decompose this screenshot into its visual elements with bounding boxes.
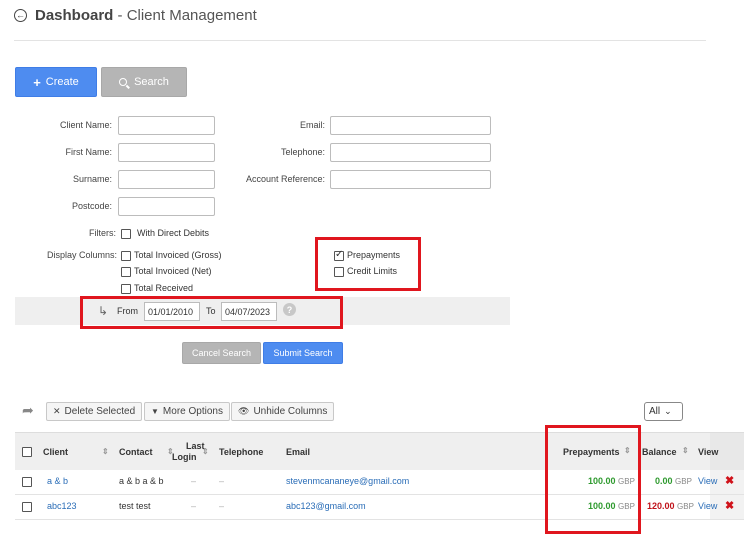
more-options-button[interactable]: ▼ More Options	[144, 402, 230, 421]
unhide-columns-button[interactable]: 👁 Unhide Columns	[231, 402, 335, 421]
column-balance[interactable]: Balance	[642, 447, 677, 457]
column-telephone[interactable]: Telephone	[219, 447, 263, 457]
email-input[interactable]	[330, 116, 491, 135]
column-view: View	[698, 447, 719, 457]
highlight-box-dates	[80, 296, 343, 329]
row-checkbox[interactable]	[22, 502, 32, 512]
contact-cell: a & b a & b	[119, 476, 164, 486]
last-login-cell: –	[191, 476, 197, 486]
total-invoiced-net-checkbox[interactable]	[121, 267, 131, 277]
eye-icon: 👁	[238, 406, 250, 416]
highlight-box-columns	[315, 237, 421, 291]
direct-debits-checkbox[interactable]	[121, 229, 131, 239]
share-arrow-icon: ➦	[22, 402, 34, 418]
client-name-label: Client Name:	[59, 120, 112, 130]
sort-icon[interactable]: ⇕	[202, 447, 209, 456]
first-name-input[interactable]	[118, 143, 215, 162]
view-link[interactable]: View	[698, 501, 717, 511]
page-title: Dashboard - Client Management	[35, 7, 257, 24]
sort-icon[interactable]: ⇕	[102, 447, 109, 456]
surname-input[interactable]	[118, 170, 215, 189]
display-columns-label: Display Columns:	[46, 250, 117, 260]
total-invoiced-gross-label: Total Invoiced (Gross)	[134, 250, 222, 260]
close-icon: ✕	[53, 406, 61, 416]
search-icon	[119, 78, 128, 86]
column-contact[interactable]: Contact	[119, 447, 153, 457]
cancel-search-button[interactable]: Cancel Search	[182, 342, 261, 364]
email-link[interactable]: abc123@gmail.com	[286, 501, 366, 511]
highlight-box-prepayments	[545, 425, 641, 534]
account-reference-label: Account Reference:	[245, 174, 325, 184]
filters-label: Filters:	[89, 228, 116, 238]
row-checkbox[interactable]	[22, 477, 32, 487]
email-label: Email:	[299, 120, 325, 130]
client-link[interactable]: a & b	[47, 476, 68, 486]
submit-search-button[interactable]: Submit Search	[263, 342, 343, 364]
column-last-login-line2[interactable]: Login	[172, 452, 197, 462]
client-link[interactable]: abc123	[47, 501, 77, 511]
page-size-select[interactable]: All ⌄	[644, 402, 683, 421]
header-divider	[14, 40, 706, 41]
contact-cell: test test	[119, 501, 151, 511]
telephone-cell: –	[219, 501, 225, 511]
select-all-checkbox[interactable]	[22, 447, 32, 457]
view-link[interactable]: View	[698, 476, 717, 486]
column-email[interactable]: Email	[286, 447, 310, 457]
last-login-cell: –	[191, 501, 197, 511]
plus-icon: +	[33, 74, 41, 90]
direct-debits-label: With Direct Debits	[137, 228, 210, 238]
telephone-cell: –	[219, 476, 225, 486]
telephone-input[interactable]	[330, 143, 491, 162]
balance-cell: 120.00 GBP	[647, 501, 694, 511]
caret-down-icon: ▼	[151, 407, 159, 416]
total-invoiced-net-label: Total Invoiced (Net)	[134, 266, 212, 276]
email-link[interactable]: stevenmcananeye@gmail.com	[286, 476, 409, 486]
create-button[interactable]: + Create	[15, 67, 97, 97]
account-reference-input[interactable]	[330, 170, 491, 189]
total-received-label: Total Received	[134, 283, 194, 293]
client-name-input[interactable]	[118, 116, 215, 135]
chevron-down-icon: ⌄	[664, 406, 672, 416]
sort-icon[interactable]: ⇕	[682, 446, 689, 455]
column-client[interactable]: Client	[43, 447, 68, 457]
balance-cell: 0.00 GBP	[655, 476, 692, 486]
first-name-label: First Name:	[65, 147, 112, 157]
delete-icon[interactable]: ✖	[725, 474, 734, 487]
delete-icon[interactable]: ✖	[725, 499, 734, 512]
surname-label: Surname:	[72, 174, 112, 184]
search-toggle-button[interactable]: Search	[101, 67, 187, 97]
postcode-input[interactable]	[118, 197, 215, 216]
back-icon[interactable]: ←	[14, 9, 27, 22]
total-invoiced-gross-checkbox[interactable]	[121, 251, 131, 261]
telephone-label: Telephone:	[280, 147, 325, 157]
delete-selected-button[interactable]: ✕ Delete Selected	[46, 402, 143, 421]
postcode-label: Postcode:	[71, 201, 112, 211]
total-received-checkbox[interactable]	[121, 284, 131, 294]
